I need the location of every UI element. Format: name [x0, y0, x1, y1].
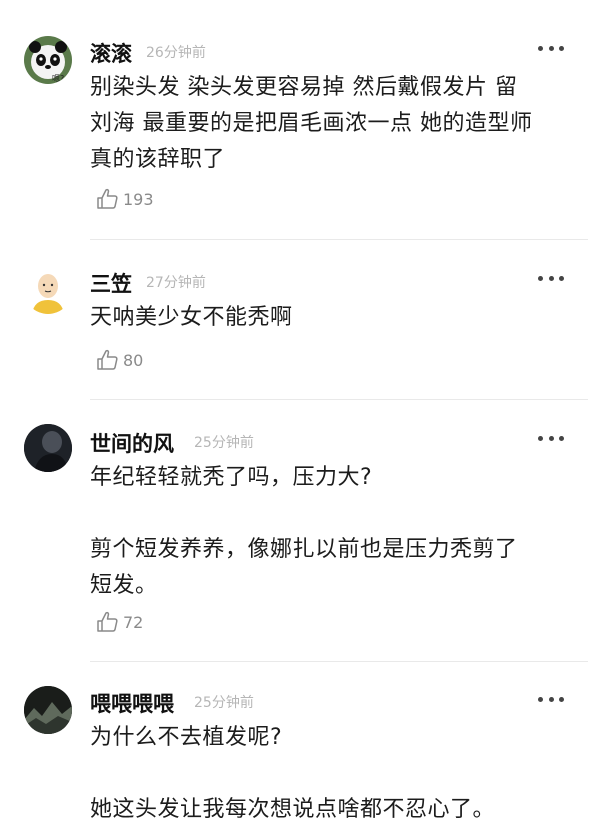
comment-text: 为什么不去植发呢? 她这头发让我每次想说点啥都不忍心了。	[90, 720, 566, 828]
timestamp: 25分钟前	[194, 435, 254, 451]
comment-line: 为什么不去植发呢?	[90, 725, 283, 750]
avatar[interactable]: 嗯?	[24, 36, 72, 84]
panda-avatar-image: 嗯?	[24, 36, 72, 84]
comment-line: 她这头发让我每次想说点啥都不忍心了。	[90, 797, 496, 822]
like-count: 72	[123, 612, 144, 632]
username[interactable]: 滚滚	[90, 38, 132, 68]
comment-item: 世间的风 25分钟前 年纪轻轻就秃了吗，压力大? 剪个短发养养，像娜扎以前也是压…	[0, 400, 600, 662]
comment-line: 剪个短发养养，像娜扎以前也是压力秃剪了	[90, 537, 518, 562]
comment-line: 真的该辞职了	[90, 147, 226, 172]
thumbs-up-icon	[97, 349, 118, 370]
like-count: 193	[123, 189, 154, 209]
timestamp: 25分钟前	[194, 695, 254, 711]
comment-line: 短发。	[90, 573, 158, 598]
like-button[interactable]: 80	[96, 348, 143, 372]
avatar[interactable]	[24, 424, 72, 472]
comment-item: 嗯? 滚滚 26分钟前 别染头发 染头发更容易掉 然后戴假发片 留 刘海 最重要…	[0, 0, 600, 240]
like-button[interactable]: 72	[96, 610, 143, 634]
comment-line: 刘海 最重要的是把眉毛画浓一点 她的造型师	[90, 111, 533, 136]
comment-line: 天呐美少女不能秃啊	[90, 305, 293, 330]
landscape-avatar-image	[24, 686, 72, 734]
dark-photo-avatar-image	[24, 424, 72, 472]
thumbs-up-icon	[97, 611, 118, 632]
username[interactable]: 世间的风	[90, 428, 174, 458]
comment-line: 年纪轻轻就秃了吗，压力大?	[90, 465, 373, 490]
comment-item: 三笠 27分钟前 天呐美少女不能秃啊 80	[0, 240, 600, 400]
more-options-icon[interactable]	[538, 695, 564, 703]
avatar-badge-text: 嗯?	[52, 74, 64, 83]
like-count: 80	[123, 350, 144, 370]
more-options-icon[interactable]	[538, 44, 564, 52]
comment-blank-line	[90, 496, 566, 532]
more-options-icon[interactable]	[538, 434, 564, 442]
thumbs-up-icon	[97, 188, 118, 209]
comment-item: 喂喂喂喂 25分钟前 为什么不去植发呢? 她这头发让我每次想说点啥都不忍心了。	[0, 662, 600, 840]
timestamp: 27分钟前	[146, 275, 206, 291]
username[interactable]: 三笠	[90, 268, 132, 298]
avatar[interactable]	[24, 686, 72, 734]
comment-text: 天呐美少女不能秃啊	[90, 300, 566, 336]
avatar[interactable]	[24, 266, 72, 314]
timestamp: 26分钟前	[146, 45, 206, 61]
cartoon-avatar-image	[24, 266, 72, 314]
comment-line: 别染头发 染头发更容易掉 然后戴假发片 留	[90, 75, 518, 100]
like-button[interactable]: 193	[96, 187, 154, 211]
comment-blank-line	[90, 756, 566, 792]
comment-feed: 嗯? 滚滚 26分钟前 别染头发 染头发更容易掉 然后戴假发片 留 刘海 最重要…	[0, 0, 600, 840]
more-options-icon[interactable]	[538, 274, 564, 282]
comment-text: 别染头发 染头发更容易掉 然后戴假发片 留 刘海 最重要的是把眉毛画浓一点 她的…	[90, 70, 566, 178]
comment-text: 年纪轻轻就秃了吗，压力大? 剪个短发养养，像娜扎以前也是压力秃剪了 短发。	[90, 460, 566, 604]
username[interactable]: 喂喂喂喂	[90, 688, 174, 718]
